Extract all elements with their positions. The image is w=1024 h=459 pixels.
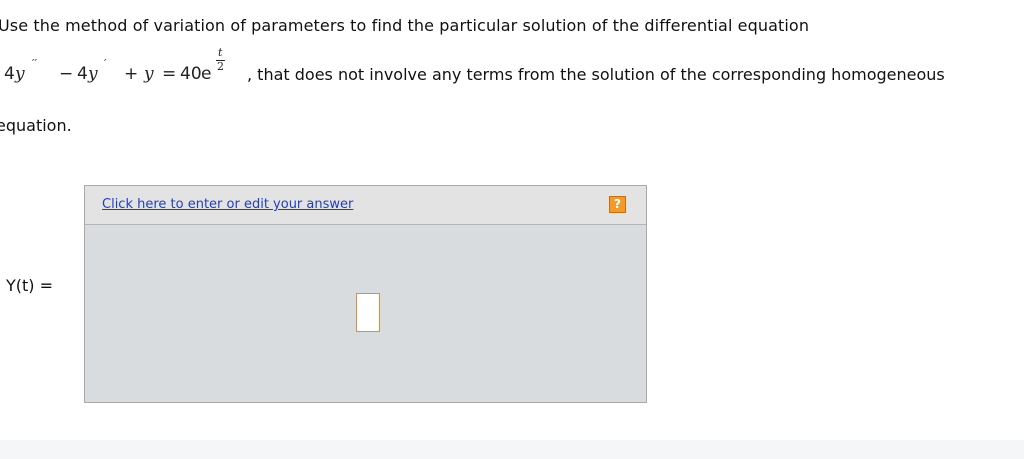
rhs-base-e: e bbox=[201, 64, 212, 84]
question-intro: Use the method of variation of parameter… bbox=[0, 16, 810, 35]
exponent-numerator: t bbox=[218, 46, 223, 59]
coef-4: 4 bbox=[4, 64, 15, 84]
answer-label: Y(t) = bbox=[6, 276, 54, 295]
question-last-word: equation. bbox=[0, 116, 72, 135]
var-y-2: y bbox=[88, 64, 98, 84]
var-y: y bbox=[15, 64, 25, 84]
help-icon[interactable]: ? bbox=[609, 196, 626, 213]
double-prime: ′′ bbox=[32, 57, 37, 70]
enter-answer-link[interactable]: Click here to enter or edit your answer bbox=[102, 197, 353, 212]
footer-band bbox=[0, 440, 1024, 459]
minus-sign: − bbox=[59, 64, 74, 84]
single-prime: ′ bbox=[104, 57, 107, 70]
answer-input-placeholder[interactable] bbox=[356, 293, 380, 332]
equals-sign: = bbox=[162, 64, 177, 84]
question-continuation: , that does not involve any terms from t… bbox=[247, 65, 945, 84]
var-y-3: y bbox=[144, 64, 154, 84]
coef-4b: 4 bbox=[77, 64, 88, 84]
answer-header: Click here to enter or edit your answer … bbox=[85, 186, 646, 225]
exponent-denominator: 2 bbox=[217, 60, 224, 73]
plus-sign: + bbox=[124, 64, 139, 84]
answer-box[interactable]: Click here to enter or edit your answer … bbox=[84, 185, 647, 403]
rhs-coef: 40 bbox=[180, 64, 202, 84]
